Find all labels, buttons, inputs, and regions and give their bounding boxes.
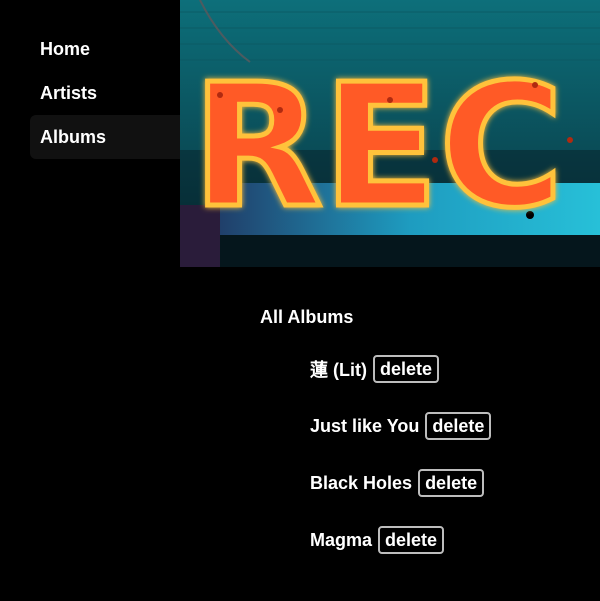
hero-banner-image: REC [180, 0, 600, 267]
album-title: Magma [310, 529, 373, 550]
page-title: All Albums [260, 307, 354, 327]
album-title: Black Holes [310, 472, 413, 493]
album-list-item: Magma delete [310, 525, 590, 555]
nav-item-home[interactable]: Home [30, 27, 180, 71]
neon-record-sign-illustration: REC [180, 0, 600, 267]
sidebar-nav: Home Artists Albums [30, 27, 180, 159]
nav-item-artists[interactable]: Artists [30, 71, 180, 115]
album-list-item: Black Holes delete [310, 468, 590, 498]
delete-album-button[interactable]: delete [425, 412, 492, 440]
nav-item-albums[interactable]: Albums [30, 115, 180, 159]
album-list-item: Just like You delete [310, 411, 590, 441]
delete-album-button[interactable]: delete [418, 469, 485, 497]
delete-album-button[interactable]: delete [372, 355, 440, 383]
delete-album-button[interactable]: delete [378, 526, 445, 554]
albums-section: All Albums 蓮 (Lit) delete Just like You … [260, 304, 590, 555]
album-list-item: 蓮 (Lit) delete [310, 354, 590, 384]
album-title: 蓮 (Lit) [310, 360, 367, 380]
album-list: 蓮 (Lit) delete Just like You delete Blac… [260, 354, 590, 555]
neon-sign-text: REC [192, 48, 564, 246]
album-title: Just like You [310, 415, 420, 436]
